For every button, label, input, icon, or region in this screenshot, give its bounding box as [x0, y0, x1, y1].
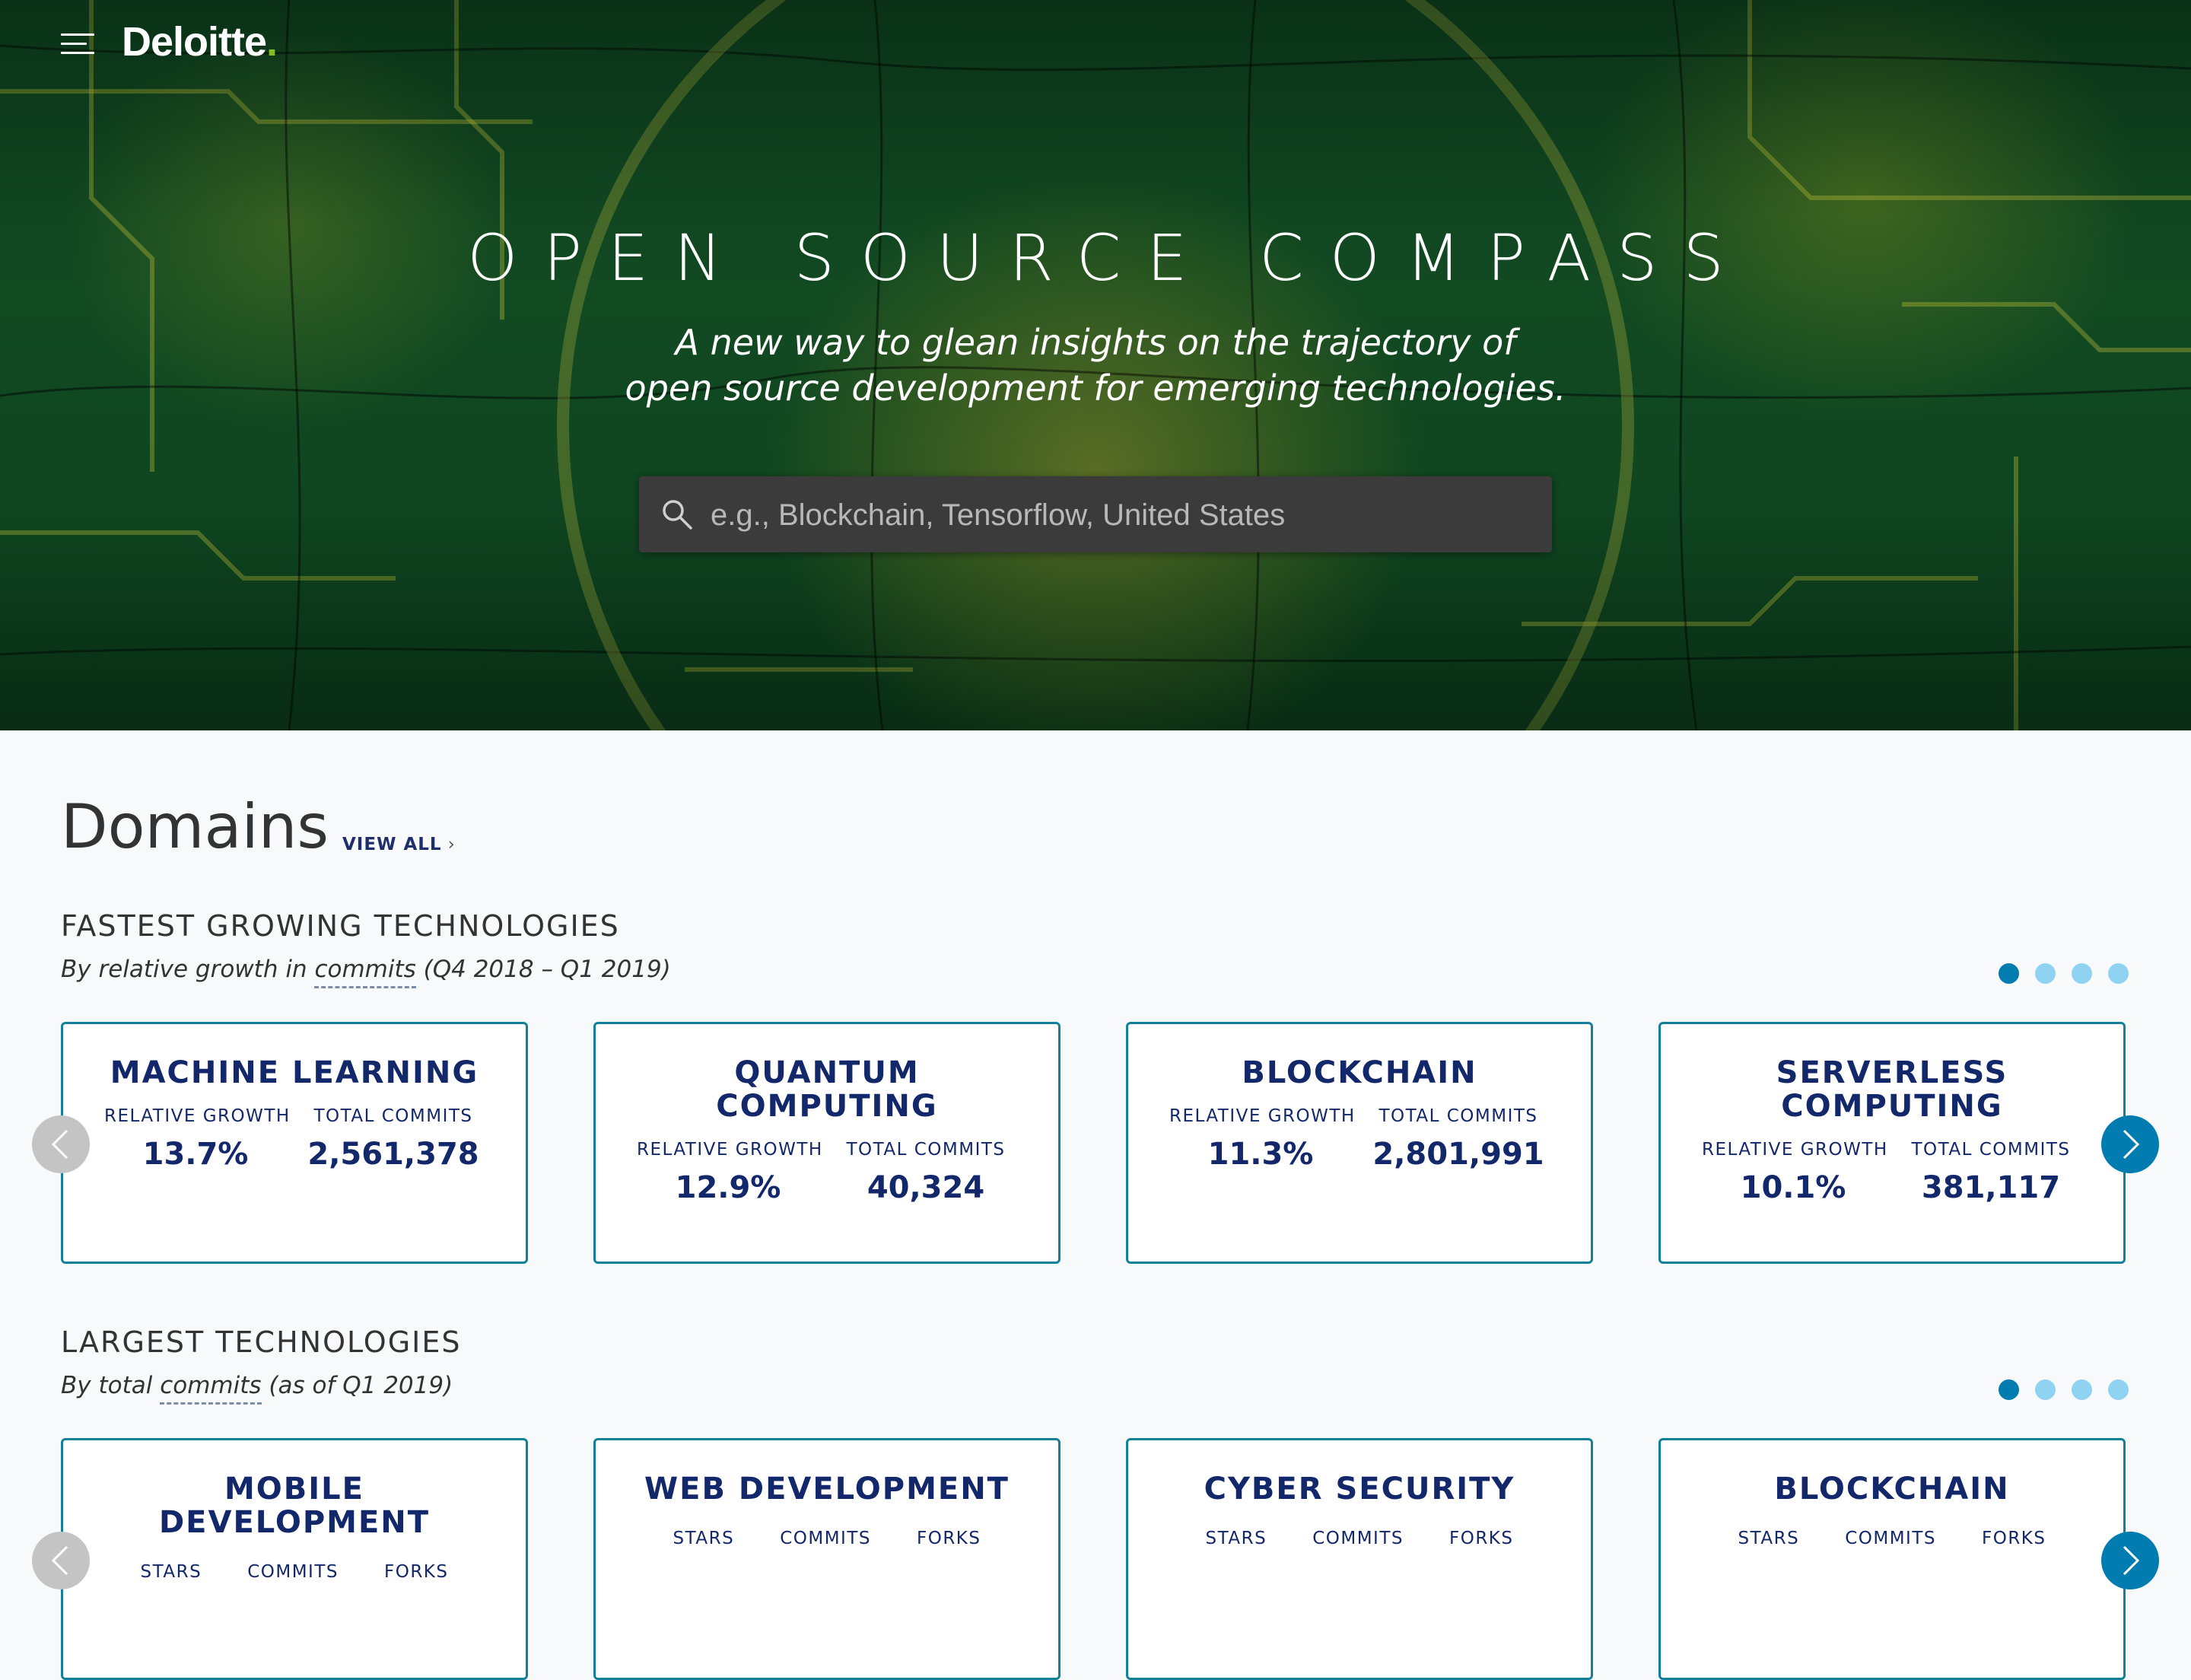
- stars-label: STARS: [1205, 1529, 1267, 1548]
- tech-card-cyber-security[interactable]: CYBER SECURITY STARS COMMITS FORKS: [1126, 1438, 1593, 1680]
- card-title: BLOCKCHAIN: [1242, 1055, 1477, 1090]
- total-commits-value: 2,801,991: [1372, 1137, 1544, 1172]
- tech-card-blockchain-largest[interactable]: BLOCKCHAIN STARS COMMITS FORKS: [1658, 1438, 2126, 1680]
- logo-text: Deloitte: [122, 19, 267, 65]
- view-all-link[interactable]: VIEW ALL ›: [342, 835, 456, 854]
- pagination-dot-1[interactable]: [1999, 1379, 2019, 1400]
- fastest-growing-heading: FASTEST GROWING TECHNOLOGIES: [61, 909, 620, 943]
- relative-growth-label: RELATIVE GROWTH: [637, 1140, 823, 1160]
- total-commits-value: 2,561,378: [307, 1137, 479, 1172]
- forks-label: FORKS: [1981, 1529, 2046, 1548]
- pagination-dot-4[interactable]: [2108, 963, 2129, 984]
- pagination-dot-2[interactable]: [2035, 1379, 2056, 1400]
- total-commits-label: TOTAL COMMITS: [1911, 1140, 2071, 1160]
- search-input[interactable]: [709, 476, 1534, 554]
- fastest-growing-subtitle: By relative growth in commits (Q4 2018 –…: [61, 956, 671, 988]
- fastest-subtitle-after: (Q4 2018 – Q1 2019): [415, 956, 671, 983]
- tech-card-serverless-computing[interactable]: SERVERLESS COMPUTING RELATIVE GROWTH 10.1…: [1658, 1022, 2126, 1264]
- chevron-right-icon: [2123, 1545, 2140, 1576]
- card-title: QUANTUM COMPUTING: [716, 1055, 938, 1124]
- carousel-next-button-largest[interactable]: [2101, 1532, 2159, 1589]
- forks-label: FORKS: [383, 1562, 449, 1582]
- relative-growth-value: 12.9%: [675, 1170, 781, 1205]
- domains-heading: Domains: [61, 791, 329, 862]
- total-commits-label: TOTAL COMMITS: [313, 1106, 473, 1126]
- deloitte-logo[interactable]: Deloitte.: [122, 18, 278, 65]
- chevron-left-icon: [51, 1129, 68, 1160]
- tech-card-blockchain[interactable]: BLOCKCHAIN RELATIVE GROWTH 11.3% TOTAL CO…: [1126, 1022, 1593, 1264]
- pagination-dot-3[interactable]: [2072, 963, 2092, 984]
- total-commits-value: 381,117: [1921, 1170, 2061, 1205]
- pagination-dot-2[interactable]: [2035, 963, 2056, 984]
- hero-title: OPEN SOURCE COMPASS: [467, 221, 1750, 295]
- relative-growth-value: 13.7%: [142, 1137, 249, 1172]
- stars-label: STARS: [140, 1562, 202, 1582]
- largest-subtitle-after: (as of Q1 2019): [261, 1372, 453, 1399]
- logo-dot: .: [266, 19, 278, 65]
- tech-card-machine-learning[interactable]: MACHINE LEARNING RELATIVE GROWTH 13.7% TO…: [61, 1022, 528, 1264]
- chevron-left-icon: [51, 1545, 68, 1576]
- stars-label: STARS: [673, 1529, 735, 1548]
- hero-subtitle-line-2: open source development for emerging tec…: [625, 368, 1566, 409]
- card-title: MACHINE LEARNING: [110, 1055, 479, 1090]
- relative-growth-value: 10.1%: [1740, 1170, 1846, 1205]
- total-commits-value: 40,324: [867, 1170, 985, 1205]
- stars-label: STARS: [1738, 1529, 1800, 1548]
- relative-growth-value: 11.3%: [1207, 1137, 1314, 1172]
- largest-technologies-subtitle: By total commits (as of Q1 2019): [61, 1372, 453, 1405]
- carousel-prev-button-largest[interactable]: [32, 1532, 90, 1589]
- carousel-prev-button[interactable]: [32, 1115, 90, 1173]
- largest-technologies-heading: LARGEST TECHNOLOGIES: [61, 1325, 462, 1359]
- hamburger-menu-icon[interactable]: [61, 32, 94, 55]
- relative-growth-label: RELATIVE GROWTH: [1169, 1106, 1356, 1126]
- tech-card-web-development[interactable]: WEB DEVELOPMENT STARS COMMITS FORKS: [593, 1438, 1061, 1680]
- relative-growth-label: RELATIVE GROWTH: [104, 1106, 291, 1126]
- pagination-dot-1[interactable]: [1999, 963, 2019, 984]
- view-all-label: VIEW ALL: [342, 835, 442, 854]
- card-title: BLOCKCHAIN: [1774, 1472, 2010, 1507]
- total-commits-label: TOTAL COMMITS: [1379, 1106, 1538, 1126]
- card-title: MOBILE DEVELOPMENT: [158, 1472, 431, 1540]
- largest-subtitle-before: By total: [61, 1372, 161, 1399]
- card-title: WEB DEVELOPMENT: [644, 1472, 1010, 1507]
- fastest-pagination: [1999, 963, 2143, 986]
- commits-label: COMMITS: [247, 1562, 339, 1582]
- relative-growth-label: RELATIVE GROWTH: [1702, 1140, 1888, 1160]
- fastest-subtitle-before: By relative growth in: [61, 956, 315, 983]
- search-icon[interactable]: [660, 498, 694, 531]
- carousel-next-button[interactable]: [2101, 1115, 2159, 1173]
- largest-pagination: [1999, 1379, 2143, 1402]
- commits-definition-link[interactable]: commits: [160, 1372, 262, 1405]
- hero-subtitle-line-1: A new way to glean insights on the traje…: [675, 322, 1516, 363]
- chevron-right-icon: [2123, 1129, 2140, 1160]
- search-box[interactable]: [639, 476, 1552, 554]
- commits-label: COMMITS: [1845, 1529, 1936, 1548]
- tech-card-mobile-development[interactable]: MOBILE DEVELOPMENT STARS COMMITS FORKS: [61, 1438, 528, 1680]
- chevron-right-icon: ›: [447, 835, 456, 854]
- tech-card-quantum-computing[interactable]: QUANTUM COMPUTING RELATIVE GROWTH 12.9% T…: [593, 1022, 1061, 1264]
- hero-subtitle: A new way to glean insights on the traje…: [0, 320, 2191, 411]
- forks-label: FORKS: [1448, 1529, 1514, 1548]
- card-title: CYBER SECURITY: [1204, 1472, 1515, 1507]
- commits-definition-link[interactable]: commits: [314, 956, 416, 988]
- commits-label: COMMITS: [1312, 1529, 1404, 1548]
- pagination-dot-3[interactable]: [2072, 1379, 2092, 1400]
- total-commits-label: TOTAL COMMITS: [846, 1140, 1006, 1160]
- forks-label: FORKS: [916, 1529, 981, 1548]
- commits-label: COMMITS: [780, 1529, 871, 1548]
- pagination-dot-4[interactable]: [2108, 1379, 2129, 1400]
- card-title: SERVERLESS COMPUTING: [1776, 1055, 2008, 1124]
